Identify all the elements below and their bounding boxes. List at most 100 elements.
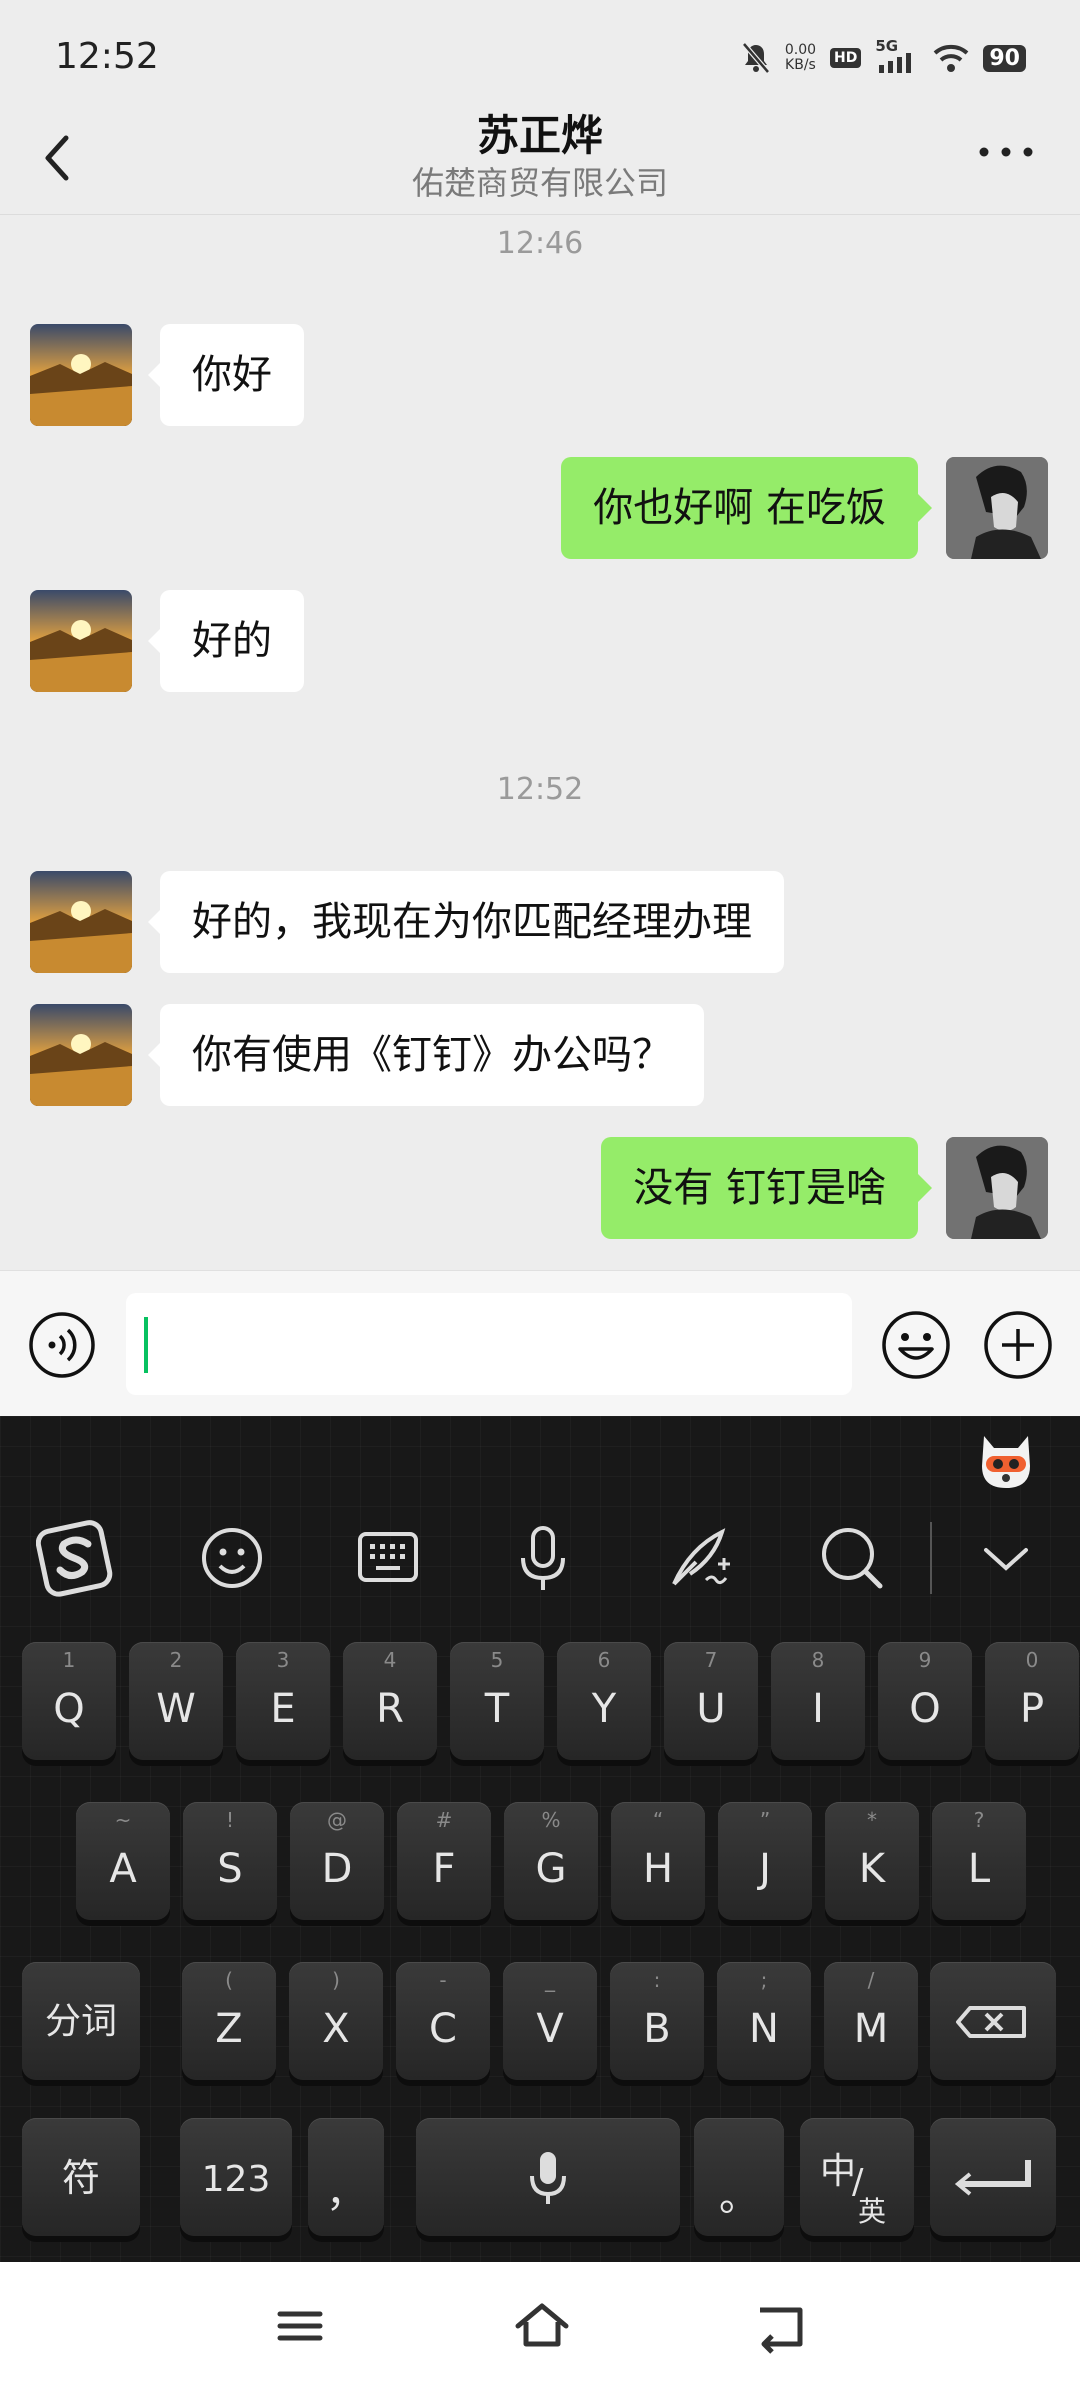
wheat-field-sunset-image xyxy=(30,1004,132,1106)
microphone-icon xyxy=(521,1526,565,1590)
period-key[interactable]: 。 xyxy=(694,2118,784,2236)
key-h[interactable]: “H xyxy=(611,1802,705,1920)
keyboard-mascot[interactable] xyxy=(976,1426,1036,1492)
key-c[interactable]: -C xyxy=(396,1962,490,2080)
language-switch-key[interactable]: 中 / 英 xyxy=(800,2118,914,2236)
keyboard-layout-button[interactable] xyxy=(348,1518,428,1598)
wheat-field-sunset-image xyxy=(30,871,132,973)
comma-key[interactable]: ， xyxy=(308,2118,384,2236)
contact-avatar[interactable] xyxy=(30,871,132,973)
fenci-key[interactable]: 分词 xyxy=(22,1962,140,2080)
key-l[interactable]: ? L xyxy=(932,1802,1026,1920)
key-secondary-label: 1 xyxy=(62,1648,76,1672)
contact-avatar[interactable] xyxy=(30,590,132,692)
key-y[interactable]: 6Y xyxy=(557,1642,651,1760)
message-bubble-incoming[interactable]: 你有使用《钉钉》办公吗？ xyxy=(160,1004,704,1106)
emoji-button[interactable] xyxy=(880,1309,952,1381)
key-secondary-label: # xyxy=(435,1808,453,1832)
key-secondary-label: / xyxy=(867,1968,875,1992)
key-secondary-label: @ xyxy=(327,1808,347,1832)
plus-circle-icon xyxy=(984,1311,1052,1379)
key-secondary-label: 7 xyxy=(704,1648,718,1672)
space-key[interactable] xyxy=(416,2118,680,2236)
back-nav-button[interactable] xyxy=(752,2296,812,2356)
status-time: 12:52 xyxy=(55,36,159,77)
more-options-button[interactable] xyxy=(978,142,1034,162)
key-secondary-label: 5 xyxy=(490,1648,504,1672)
contact-avatar[interactable] xyxy=(30,1004,132,1106)
net-speed-value: 0.00 xyxy=(784,42,817,58)
key-main-label: P xyxy=(1019,1686,1045,1732)
key-d[interactable]: @ D xyxy=(290,1802,384,1920)
key-q[interactable]: 1Q xyxy=(22,1642,116,1760)
my-avatar[interactable] xyxy=(946,457,1048,559)
key-secondary-label: 3 xyxy=(276,1648,290,1672)
zh-label: 中 xyxy=(820,2151,857,2192)
symbols-key[interactable]: 符 xyxy=(22,2118,140,2236)
key-main-label: N xyxy=(749,2006,779,2052)
home-icon xyxy=(515,2303,569,2347)
message-bubble-incoming[interactable]: 好的 xyxy=(160,590,304,692)
key-e[interactable]: 3E xyxy=(236,1642,330,1760)
key-main-label: B xyxy=(643,2006,671,2052)
home-button[interactable] xyxy=(512,2296,572,2356)
enter-key[interactable] xyxy=(930,2118,1056,2236)
key-r[interactable]: 4R xyxy=(343,1642,437,1760)
key-k[interactable]: * K xyxy=(825,1802,919,1920)
contact-avatar[interactable] xyxy=(30,324,132,426)
number-label: 123 xyxy=(201,2159,271,2200)
key-secondary-label: 0 xyxy=(1025,1648,1039,1672)
key-u[interactable]: 7U xyxy=(664,1642,758,1760)
my-avatar[interactable] xyxy=(946,1137,1048,1239)
wheat-field-sunset-image xyxy=(30,590,132,692)
keyboard-search-button[interactable] xyxy=(812,1518,892,1598)
key-w[interactable]: 2W xyxy=(129,1642,223,1760)
key-a[interactable]: ~ A xyxy=(76,1802,170,1920)
backspace-key[interactable] xyxy=(930,1962,1056,2080)
key-main-label: Z xyxy=(215,2006,243,2052)
key-secondary-label: ( xyxy=(225,1968,233,1992)
key-f[interactable]: # F xyxy=(397,1802,491,1920)
message-bubble-incoming[interactable]: 你好 xyxy=(160,324,304,426)
handwriting-button[interactable] xyxy=(660,1518,740,1598)
voice-icon xyxy=(29,1312,95,1378)
voice-input-button[interactable] xyxy=(28,1311,96,1379)
timestamp: 12:52 xyxy=(496,772,584,807)
period-label: 。 xyxy=(719,2174,759,2220)
back-return-icon xyxy=(760,2307,803,2354)
more-functions-button[interactable] xyxy=(982,1309,1054,1381)
key-o[interactable]: 9O xyxy=(878,1642,972,1760)
message-text-field[interactable] xyxy=(126,1293,852,1395)
number-key[interactable]: 123 xyxy=(180,2118,292,2236)
recents-button[interactable] xyxy=(272,2298,328,2354)
key-b[interactable]: :B xyxy=(610,1962,704,2080)
key-secondary-label: : xyxy=(653,1968,661,1992)
collapse-keyboard-button[interactable] xyxy=(966,1518,1046,1598)
message-bubble-outgoing[interactable]: 没有 钉钉是啥 xyxy=(601,1137,918,1239)
key-x[interactable]: ) X xyxy=(289,1962,383,2080)
symbols-label: 符 xyxy=(61,2156,100,2200)
key-j[interactable]: ” J xyxy=(718,1802,812,1920)
key-g[interactable]: % G xyxy=(504,1802,598,1920)
key-v[interactable]: _ V xyxy=(503,1962,597,2080)
message-bubble-outgoing[interactable]: 你也好啊 在吃饭 xyxy=(561,457,918,559)
key-main-label: E xyxy=(270,1686,296,1732)
key-p[interactable]: 0P xyxy=(985,1642,1079,1760)
key-main-label: S xyxy=(217,1846,243,1892)
key-main-label: W xyxy=(156,1686,196,1732)
key-s[interactable]: ! S xyxy=(183,1802,277,1920)
voice-typing-button[interactable] xyxy=(503,1518,583,1598)
key-secondary-label: 9 xyxy=(918,1648,932,1672)
sogou-keyboard: 1Q2W3E4R5T6Y7U8I9O0P ~ A! S @ D # F% G “H” J * K? L … xyxy=(0,1416,1080,2262)
key-secondary-label: ) xyxy=(332,1968,340,1992)
message-input-bar xyxy=(0,1270,1080,1417)
key-n[interactable]: ; N xyxy=(717,1962,811,2080)
message-bubble-incoming[interactable]: 好的，我现在为你匹配经理办理 xyxy=(160,871,784,973)
keyboard-emoji-button[interactable] xyxy=(192,1518,272,1598)
key-i[interactable]: 8I xyxy=(771,1642,865,1760)
enter-icon xyxy=(954,2160,1031,2196)
key-m[interactable]: / M xyxy=(824,1962,918,2080)
sogou-logo-button[interactable] xyxy=(35,1518,116,1598)
key-t[interactable]: 5T xyxy=(450,1642,544,1760)
key-z[interactable]: (Z xyxy=(182,1962,276,2080)
